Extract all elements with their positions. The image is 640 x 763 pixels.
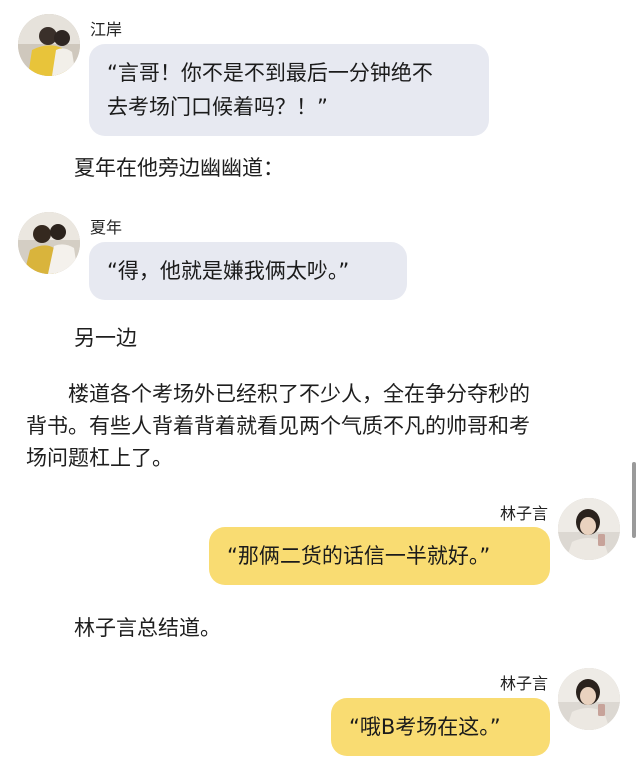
bubble-text: “哦B考场在这。” [349,715,501,739]
narration-paragraph: 楼道各个考场外已经积了不少人，全在争分夺秒的 背书。有些人背着背着就看见两个气质… [26,378,606,474]
avatar-linziyan[interactable] [558,498,620,560]
paragraph-line: 楼道各个考场外已经积了不少人，全在争分夺秒的 [26,382,530,406]
speaker-name: 夏年 [90,218,123,237]
chat-bubble-right: “那俩二货的话信一半就好。” [209,527,550,585]
bubble-text: “得，他就是嫌我俩太吵。” [107,259,350,283]
paragraph-line: 背书。有些人背着背着就看见两个气质不凡的帅哥和考 [26,414,530,438]
paragraph-line: 场问题杠上了。 [26,446,173,470]
narration-text: 林子言总结道。 [74,616,221,640]
person-photo-icon [18,212,80,274]
narration-text: 另一边 [74,326,137,350]
chat-bubble-left: “得，他就是嫌我俩太吵。” [89,242,407,300]
bubble-text: “那俩二货的话信一半就好。” [227,544,491,568]
avatar-linziyan[interactable] [558,668,620,730]
narration-text: 夏年在他旁边幽幽道： [74,156,284,180]
chat-bubble-left: “言哥！你不是不到最后一分钟绝不 去考场门口候着吗？！” [89,44,489,136]
person-photo-icon [18,14,80,76]
speaker-name: 林子言 [499,504,548,523]
avatar-jiangan[interactable] [18,14,80,76]
speaker-name: 江岸 [90,20,123,39]
bubble-text-line: “言哥！你不是不到最后一分钟绝不 [107,61,433,85]
scrollbar-thumb[interactable] [632,462,636,538]
speaker-name: 林子言 [499,674,548,693]
person-photo-icon [558,498,620,560]
person-photo-icon [558,668,620,730]
bubble-text-line: 去考场门口候着吗？！” [107,95,328,119]
chat-bubble-right: “哦B考场在这。” [331,698,550,756]
avatar-xianian[interactable] [18,212,80,274]
